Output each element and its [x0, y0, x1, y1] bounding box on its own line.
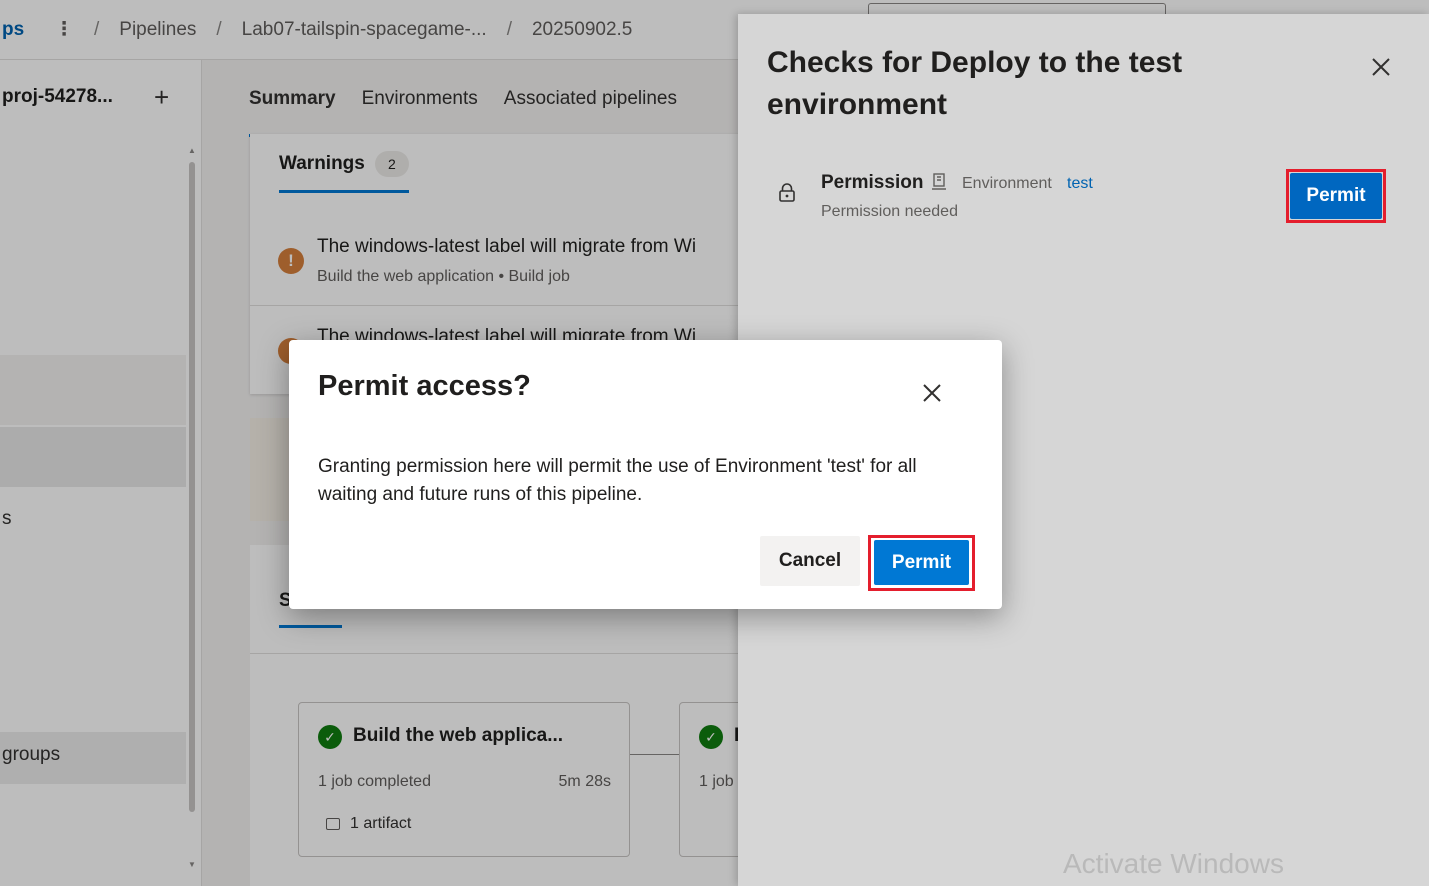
permit-button-panel[interactable]: Permit	[1290, 173, 1382, 219]
permit-access-dialog: Permit access? Granting permission here …	[289, 340, 1002, 609]
check-row-permission: Permission Environment test Permission n…	[738, 164, 1429, 234]
dialog-message: Granting permission here will permit the…	[318, 456, 917, 505]
dialog-title: Permit access?	[318, 370, 531, 402]
check-name: Permission	[821, 172, 924, 193]
close-icon[interactable]	[921, 382, 943, 404]
close-icon[interactable]	[1368, 54, 1394, 80]
check-status: Permission needed	[821, 203, 958, 220]
panel-title: Checks for Deploy to the test environmen…	[767, 46, 1183, 121]
activate-windows-watermark: Activate Windows	[1063, 848, 1284, 879]
environment-link[interactable]: test	[1067, 175, 1093, 193]
lock-icon	[779, 183, 795, 202]
permit-button[interactable]: Permit	[874, 540, 969, 585]
check-resource-type: Environment	[962, 175, 1052, 192]
environment-icon	[932, 173, 946, 190]
cancel-button[interactable]: Cancel	[760, 536, 860, 586]
